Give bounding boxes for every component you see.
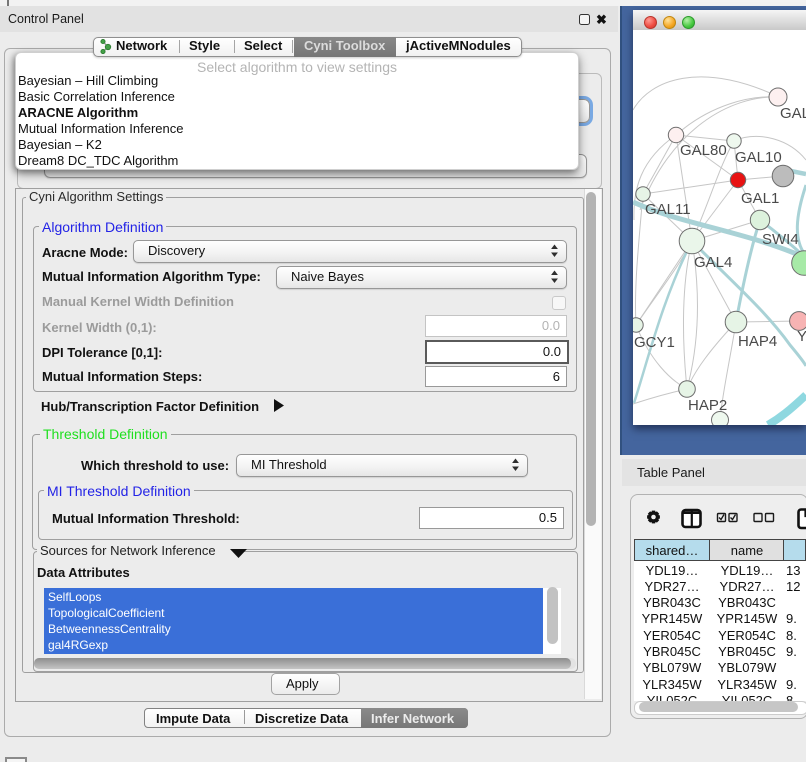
- svg-text:HAP2: HAP2: [688, 397, 727, 414]
- svg-text:GCY1: GCY1: [634, 334, 675, 351]
- svg-text:HAP4: HAP4: [738, 333, 777, 350]
- svg-text:GAL11: GAL11: [645, 201, 691, 218]
- svg-text:GAL10: GAL10: [735, 149, 782, 166]
- svg-text:GAL1: GAL1: [741, 190, 779, 207]
- svg-text:Y: Y: [797, 328, 806, 345]
- svg-text:GAL80: GAL80: [680, 142, 727, 159]
- svg-text:SWI4: SWI4: [762, 231, 799, 248]
- svg-text:GAL: GAL: [780, 105, 806, 122]
- svg-text:GAL4: GAL4: [694, 254, 732, 271]
